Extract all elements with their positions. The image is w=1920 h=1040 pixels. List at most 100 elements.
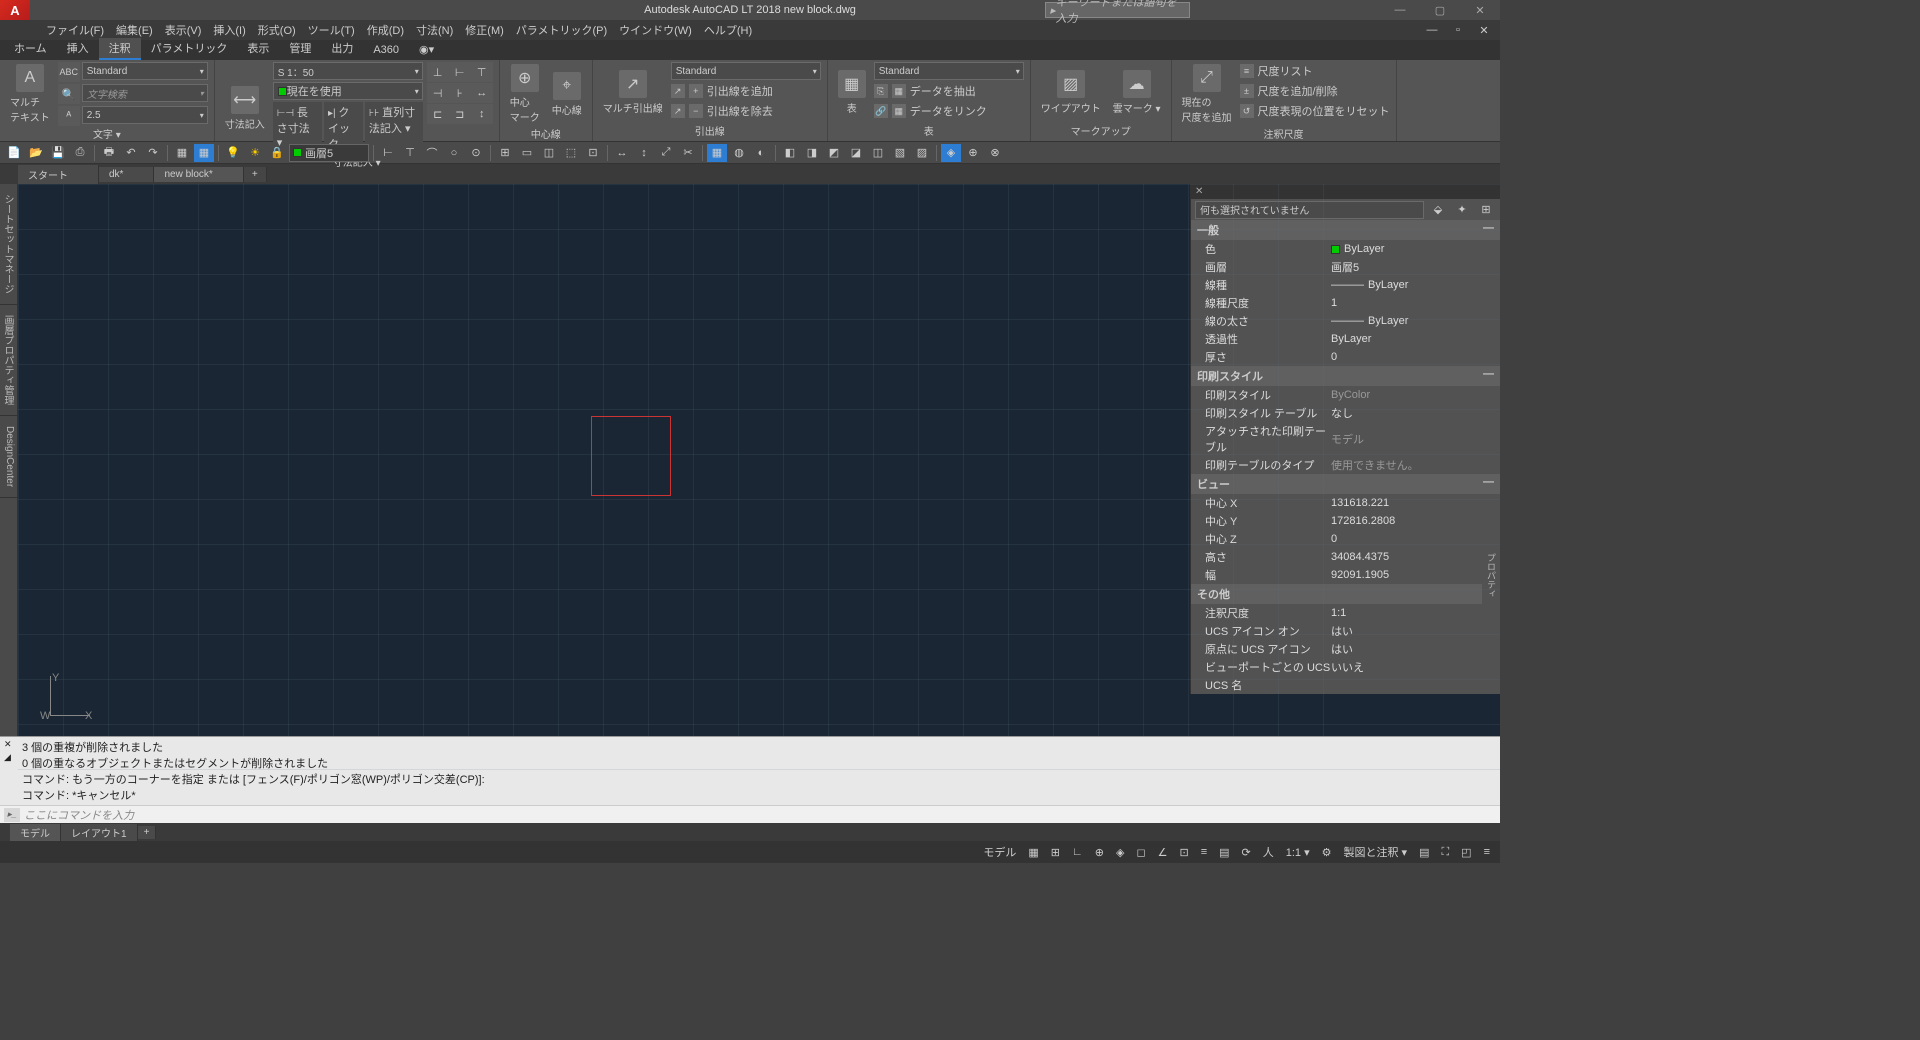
dim-tool-7[interactable]: ⊏ [427, 104, 449, 124]
centerline-button[interactable]: ⌖中心線 [548, 62, 586, 126]
tab-view[interactable]: 表示 [237, 38, 279, 60]
status-iso-icon[interactable]: ◈ [1112, 846, 1128, 859]
tb-a1[interactable]: ◍ [729, 144, 749, 162]
revcloud-button[interactable]: ☁雲マーク ▾ [1109, 62, 1165, 123]
status-ortho-icon[interactable]: ∟ [1068, 846, 1087, 858]
tb-n2[interactable]: ↕ [634, 144, 654, 162]
cmd-expand-icon[interactable]: ◢ [4, 752, 22, 763]
prop-val-linetype[interactable]: ——— ByLayer [1331, 277, 1500, 293]
panel-table-title[interactable]: 表 [834, 123, 1024, 139]
menu-format[interactable]: 形式(O) [252, 22, 302, 38]
tb-c5[interactable]: ◫ [868, 144, 888, 162]
add-current-scale-button[interactable]: ⤢現在の 尺度を追加 [1178, 62, 1236, 126]
qat-btn-1[interactable]: ▦ [172, 144, 192, 162]
mdi-restore-icon[interactable]: ▫ [1448, 21, 1468, 39]
bulb-icon[interactable]: 💡 [223, 144, 243, 162]
qat-btn-active[interactable]: ▦ [194, 144, 214, 162]
tb-n1[interactable]: ↔ [612, 144, 632, 162]
cmd-close-icon[interactable]: ✕ [4, 739, 22, 750]
menu-draw[interactable]: 作成(D) [361, 22, 410, 38]
status-model[interactable]: モデル [979, 844, 1020, 860]
tab-annotate[interactable]: 注釈 [99, 38, 141, 60]
dim-usecurrent[interactable]: 現在を使用 [273, 82, 423, 100]
lock-icon[interactable]: 🔒 [267, 144, 287, 162]
palette-designcenter[interactable]: DesignCenter [0, 416, 17, 498]
tb-dim2[interactable]: ⊤ [400, 144, 420, 162]
status-grid-icon[interactable]: ▦ [1024, 846, 1042, 859]
prop-val-thick[interactable]: 0 [1331, 349, 1500, 365]
menu-window[interactable]: ウインドウ(W) [613, 22, 698, 38]
wipeout-button[interactable]: ▨ワイプアウト [1037, 62, 1105, 123]
status-snap-icon[interactable]: ⊞ [1047, 846, 1064, 859]
text-search-input[interactable]: 文字検索 [82, 84, 208, 102]
tb-m2[interactable]: ▭ [517, 144, 537, 162]
status-clean-icon[interactable]: ◰ [1457, 846, 1475, 859]
extract-data-button[interactable]: ⎘▦データを抽出 [874, 82, 1024, 100]
table-style-dropdown[interactable]: Standard [874, 62, 1024, 80]
properties-close[interactable]: ✕ [1191, 184, 1500, 199]
text-height-dropdown[interactable]: 2.5 [82, 106, 208, 124]
dim-tool-3[interactable]: ⊤ [471, 62, 493, 82]
findtext-button[interactable]: 🔍 [58, 84, 80, 104]
dim-tool-2[interactable]: ⊢ [449, 62, 471, 82]
prop-val-w[interactable]: 92091.1905 [1331, 567, 1500, 583]
menu-parametric[interactable]: パラメトリック(P) [510, 22, 613, 38]
menu-tools[interactable]: ツール(T) [302, 22, 361, 38]
menu-insert[interactable]: 挿入(I) [207, 22, 251, 38]
selection-icon[interactable]: ✦ [1452, 201, 1472, 219]
redo-button[interactable]: ↷ [143, 144, 163, 162]
scale-adddel-button[interactable]: ±尺度を追加/削除 [1240, 82, 1390, 100]
command-input[interactable]: ▸_ ここにコマンドを入力 [0, 805, 1500, 823]
centermark-button[interactable]: ⊕中心 マーク [506, 62, 544, 126]
prop-section-other[interactable]: その他— [1191, 584, 1500, 604]
app-logo[interactable]: A [0, 0, 30, 20]
mdi-minimize-icon[interactable]: — [1422, 21, 1442, 39]
panel-text-title[interactable]: 文字 ▾ [6, 126, 208, 142]
properties-vertical-tab[interactable]: プロパティ [1482, 545, 1500, 606]
status-menu-icon[interactable]: ▤ [1415, 846, 1433, 859]
tb-a2[interactable]: ◐ [751, 144, 771, 162]
dim-tool-5[interactable]: ⊦ [449, 83, 471, 103]
prop-val-lw[interactable]: ——— ByLayer [1331, 313, 1500, 329]
prop-section-general[interactable]: 一般— [1191, 220, 1500, 240]
prop-val-ucsorg[interactable]: はい [1331, 641, 1500, 657]
prop-val-color[interactable]: ByLayer [1331, 241, 1500, 257]
link-data-button[interactable]: 🔗▦データをリンク [874, 102, 1024, 120]
table-button[interactable]: ▦表 [834, 62, 870, 123]
tb-c6[interactable]: ▧ [890, 144, 910, 162]
tab-manage[interactable]: 管理 [279, 38, 321, 60]
mtext-button[interactable]: A マルチ テキスト [6, 62, 54, 126]
menu-help[interactable]: ヘルプ(H) [698, 22, 758, 38]
prop-val-layer[interactable]: 画層5 [1331, 259, 1500, 275]
mdi-close-icon[interactable]: ✕ [1474, 21, 1494, 39]
dim-tool-4[interactable]: ⊣ [427, 83, 449, 103]
status-drawanno[interactable]: 製図と注釈 ▾ [1339, 844, 1411, 860]
properties-selection-dropdown[interactable]: 何も選択されていません [1195, 201, 1424, 219]
prop-val-h[interactable]: 34084.4375 [1331, 549, 1500, 565]
prop-val-ucsvp[interactable]: いいえ [1331, 659, 1500, 675]
layer-dropdown[interactable]: 画層5 [289, 144, 369, 162]
tb-m1[interactable]: ⊞ [495, 144, 515, 162]
tab-parametric[interactable]: パラメトリック [141, 38, 238, 60]
maximize-button[interactable]: ▢ [1420, 0, 1460, 20]
tab-a360[interactable]: A360 [363, 42, 409, 60]
dim-tool-6[interactable]: ↔ [471, 83, 493, 103]
palette-layerprops[interactable]: 画層プロパティ管理 [0, 305, 17, 416]
tb-m4[interactable]: ⬚ [561, 144, 581, 162]
dim-tool-1[interactable]: ⊥ [427, 62, 449, 82]
dimension-button[interactable]: ⟷ 寸法記入 [221, 62, 269, 154]
leader-add-button[interactable]: ↗+引出線を追加 [671, 82, 821, 100]
dim-tool-9[interactable]: ↕ [471, 104, 493, 124]
keyword-search-input[interactable]: ▸ キーワードまたは語句を入力 [1045, 2, 1190, 18]
menu-edit[interactable]: 編集(E) [110, 22, 159, 38]
text-height-icon[interactable]: ᴬ [58, 106, 80, 126]
new-button[interactable]: 📄 [4, 144, 24, 162]
mleader-button[interactable]: ↗マルチ引出線 [599, 62, 667, 123]
status-cycle-icon[interactable]: ⟳ [1238, 846, 1255, 859]
tab-output[interactable]: 出力 [321, 38, 363, 60]
spellcheck-button[interactable]: ABC [58, 62, 80, 82]
tab-insert[interactable]: 挿入 [57, 38, 99, 60]
tb-n4[interactable]: ✂ [678, 144, 698, 162]
dim-tool-8[interactable]: ⊐ [449, 104, 471, 124]
doc-tab-newblock[interactable]: new block* [154, 167, 243, 182]
